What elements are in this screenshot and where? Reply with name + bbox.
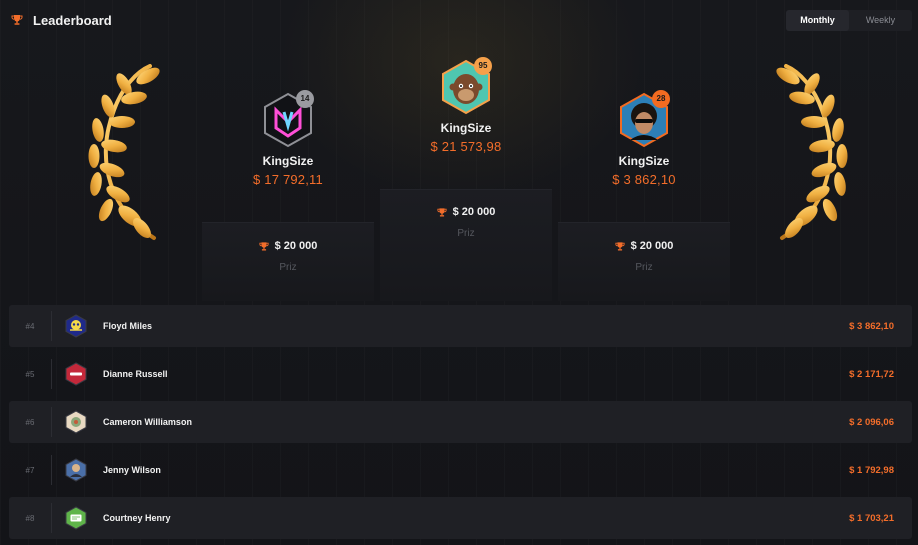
rank-badge: 14 xyxy=(296,90,314,108)
avatar: 95 xyxy=(438,57,494,115)
rank-badge: 28 xyxy=(652,90,670,108)
table-row[interactable]: #8 Courtney Henry $ 1 703,21 xyxy=(9,497,912,539)
prize-amount: $ 20 000 xyxy=(452,206,496,218)
winner-name: KingSize xyxy=(618,154,670,168)
trophy-icon xyxy=(11,15,23,25)
period-tabs: Monthly Weekly xyxy=(786,10,912,31)
prize-label: Priz xyxy=(457,228,475,239)
laurel-wreath-icon xyxy=(776,64,848,240)
player-amount: $ 2 096,06 xyxy=(849,416,894,428)
podium-third: $ 20 000 Priz xyxy=(558,222,730,301)
prize-label: Priz xyxy=(635,262,653,273)
rank-position: #5 xyxy=(25,369,35,379)
player-amount: $ 3 862,10 xyxy=(849,320,894,332)
prize-label: Priz xyxy=(279,262,297,273)
winner-amount: $ 17 792,11 xyxy=(253,172,323,187)
rank-badge: 95 xyxy=(474,57,492,75)
trophy-icon xyxy=(436,207,447,216)
avatar: 14 xyxy=(260,90,316,148)
leaderboard-page: Leaderboard Monthly Weekly $ 20 000 Priz… xyxy=(0,0,918,545)
table-row[interactable]: #6 Cameron Williamson $ 2 096,06 xyxy=(9,401,912,443)
tab-weekly[interactable]: Weekly xyxy=(849,10,912,31)
winner-first[interactable]: 95 KingSize $ 21 573,98 xyxy=(380,57,552,154)
podium-first: $ 20 000 Priz xyxy=(380,189,552,301)
laurel-wreath-icon xyxy=(88,64,160,240)
player-name: Floyd Miles xyxy=(103,321,153,331)
row-divider xyxy=(51,407,52,437)
player-amount: $ 1 703,21 xyxy=(849,512,894,524)
ticket-avatar-icon xyxy=(65,506,87,530)
table-row[interactable]: #4 Floyd Miles $ 3 862,10 xyxy=(9,305,912,347)
rank-position: #7 xyxy=(25,465,35,475)
rank-position: #4 xyxy=(25,321,35,331)
player-amount: $ 2 171,72 xyxy=(849,368,894,380)
winner-name: KingSize xyxy=(262,154,314,168)
header: Leaderboard Monthly Weekly xyxy=(0,0,918,42)
prize-amount: $ 20 000 xyxy=(274,240,318,252)
winner-amount: $ 21 573,98 xyxy=(430,139,502,154)
player-name: Courtney Henry xyxy=(103,513,171,523)
emblem-avatar-icon xyxy=(65,410,87,434)
rank-position: #8 xyxy=(25,513,35,523)
trophy-icon xyxy=(258,241,269,250)
table-row[interactable]: #7 Jenny Wilson $ 1 792,98 xyxy=(9,449,912,491)
podium-second: $ 20 000 Priz xyxy=(202,222,374,301)
logo-avatar-icon xyxy=(65,362,87,386)
row-divider xyxy=(51,359,52,389)
avatar: 28 xyxy=(616,90,672,148)
player-name: Jenny Wilson xyxy=(103,465,161,475)
page-title: Leaderboard xyxy=(33,13,112,28)
row-divider xyxy=(51,503,52,533)
skull-avatar-icon xyxy=(65,314,87,338)
row-divider xyxy=(51,455,52,485)
table-row[interactable]: #5 Dianne Russell $ 2 171,72 xyxy=(9,353,912,395)
player-name: Dianne Russell xyxy=(103,369,168,379)
tab-monthly[interactable]: Monthly xyxy=(786,10,849,31)
winner-third[interactable]: 28 KingSize $ 3 862,10 xyxy=(558,90,730,187)
winner-second[interactable]: 14 KingSize $ 17 792,11 xyxy=(202,90,374,187)
prize-amount: $ 20 000 xyxy=(630,240,674,252)
trophy-icon xyxy=(614,241,625,250)
rank-position: #6 xyxy=(25,417,35,427)
row-divider xyxy=(51,311,52,341)
player-name: Cameron Williamson xyxy=(103,417,192,427)
winner-amount: $ 3 862,10 xyxy=(612,172,676,187)
player-amount: $ 1 792,98 xyxy=(849,464,894,476)
ranking-list: #4 Floyd Miles $ 3 862,10 #5 Dianne Russ… xyxy=(9,305,912,545)
winner-name: KingSize xyxy=(440,121,492,135)
character-avatar-icon xyxy=(65,458,87,482)
